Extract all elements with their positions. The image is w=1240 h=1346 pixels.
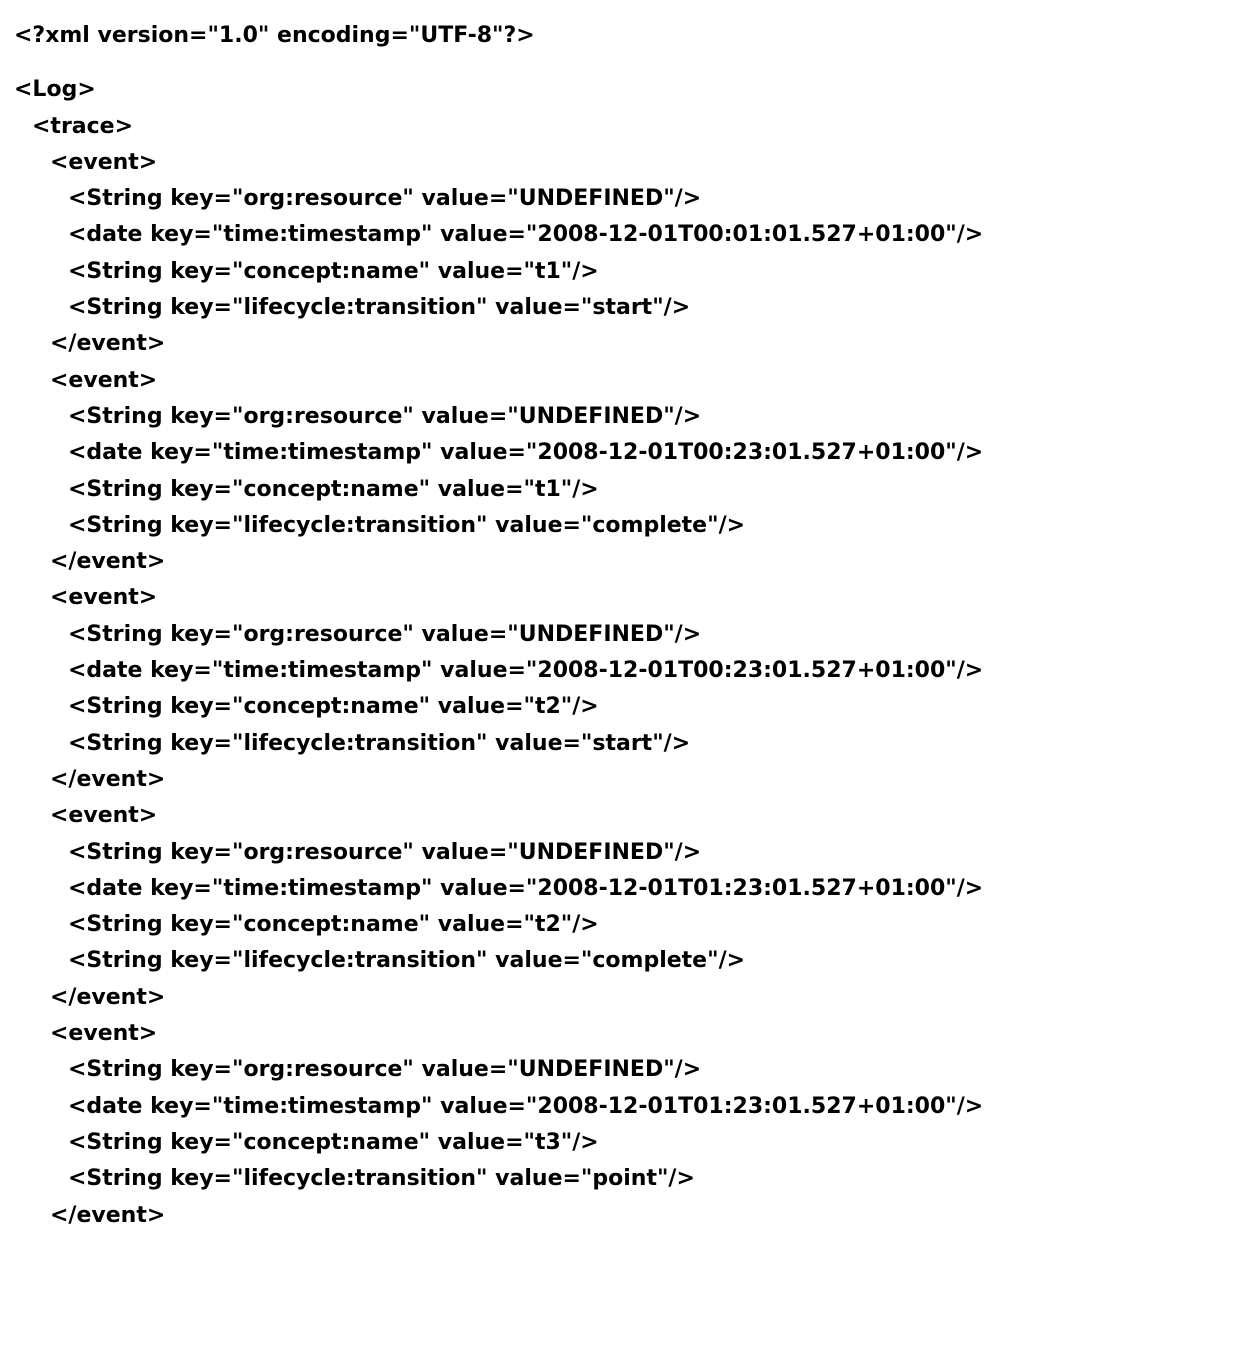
event-attr-line: <String key="lifecycle:transition" value… bbox=[14, 943, 1226, 979]
event-attr-line: <String key="concept:name" value="t1"/> bbox=[14, 254, 1226, 290]
event-attr-line: <date key="time:timestamp" value="2008-1… bbox=[14, 653, 1226, 689]
event-attr-line: <String key="concept:name" value="t1"/> bbox=[14, 472, 1226, 508]
event-open-tag: <event> bbox=[14, 798, 1226, 834]
event-close-tag: </event> bbox=[14, 326, 1226, 362]
event-attr-line: <String key="concept:name" value="t2"/> bbox=[14, 907, 1226, 943]
event-open-tag: <event> bbox=[14, 1016, 1226, 1052]
trace-open-tag: <trace> bbox=[14, 109, 1226, 145]
event-attr-line: <String key="org:resource" value="UNDEFI… bbox=[14, 181, 1226, 217]
event-attr-line: <String key="lifecycle:transition" value… bbox=[14, 1161, 1226, 1197]
event-attr-line: <date key="time:timestamp" value="2008-1… bbox=[14, 1089, 1226, 1125]
xml-declaration: <?xml version="1.0" encoding="UTF-8"?> bbox=[14, 18, 1226, 54]
event-attr-line: <String key="org:resource" value="UNDEFI… bbox=[14, 399, 1226, 435]
event-close-tag: </event> bbox=[14, 544, 1226, 580]
event-close-tag: </event> bbox=[14, 980, 1226, 1016]
event-open-tag: <event> bbox=[14, 580, 1226, 616]
log-open-tag: <Log> bbox=[14, 72, 1226, 108]
event-open-tag: <event> bbox=[14, 363, 1226, 399]
event-attr-line: <String key="org:resource" value="UNDEFI… bbox=[14, 1052, 1226, 1088]
event-open-tag: <event> bbox=[14, 145, 1226, 181]
event-attr-line: <String key="lifecycle:transition" value… bbox=[14, 726, 1226, 762]
event-attr-line: <String key="lifecycle:transition" value… bbox=[14, 290, 1226, 326]
event-close-tag: </event> bbox=[14, 762, 1226, 798]
event-attr-line: <String key="org:resource" value="UNDEFI… bbox=[14, 617, 1226, 653]
event-attr-line: <String key="org:resource" value="UNDEFI… bbox=[14, 835, 1226, 871]
event-attr-line: <date key="time:timestamp" value="2008-1… bbox=[14, 871, 1226, 907]
event-attr-line: <date key="time:timestamp" value="2008-1… bbox=[14, 217, 1226, 253]
event-close-tag: </event> bbox=[14, 1198, 1226, 1234]
event-attr-line: <String key="concept:name" value="t3"/> bbox=[14, 1125, 1226, 1161]
event-attr-line: <String key="lifecycle:transition" value… bbox=[14, 508, 1226, 544]
event-attr-line: <date key="time:timestamp" value="2008-1… bbox=[14, 435, 1226, 471]
event-attr-line: <String key="concept:name" value="t2"/> bbox=[14, 689, 1226, 725]
